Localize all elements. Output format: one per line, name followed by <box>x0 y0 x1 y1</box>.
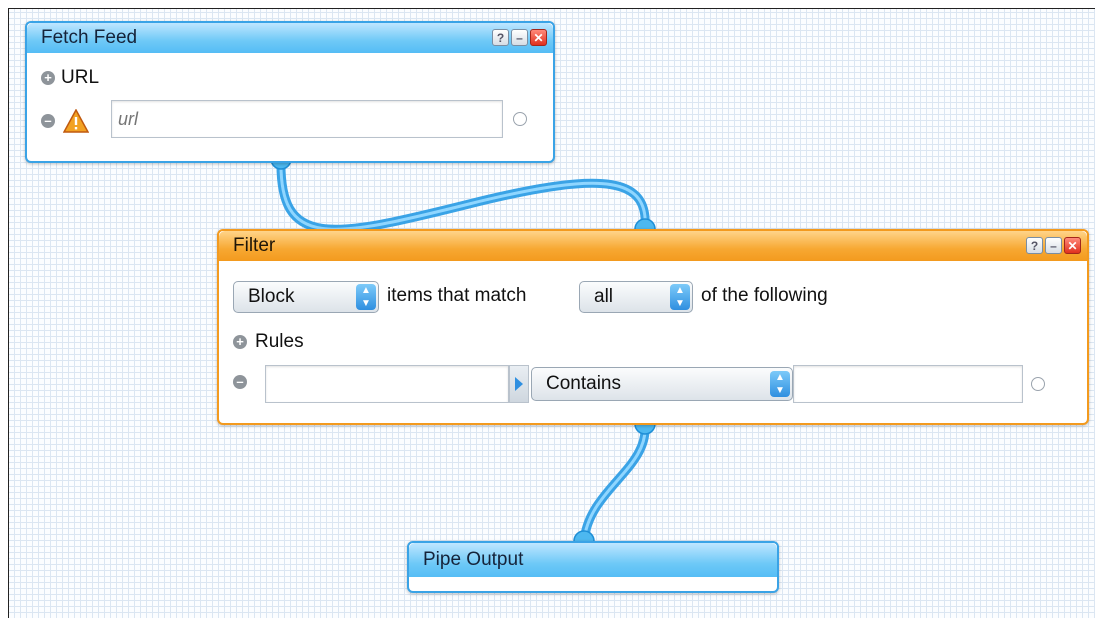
filter-title: Filter <box>233 235 276 256</box>
field-expand-button[interactable] <box>509 365 529 403</box>
expand-arrow-icon <box>515 377 523 391</box>
select-arrows-icon: ▲ ▼ <box>356 284 376 310</box>
rule-field-input[interactable] <box>265 365 509 403</box>
minimize-icon[interactable]: – <box>1045 237 1062 254</box>
items-match-text: items that match <box>387 285 527 306</box>
filter-match-select[interactable]: all ▲ ▼ <box>579 281 693 313</box>
url-field-row: – <box>41 109 89 133</box>
help-icon[interactable]: ? <box>1026 237 1043 254</box>
filter-title-bar[interactable]: Filter ? – ✕ <box>219 231 1087 261</box>
rule-operator-value: Contains <box>546 373 621 394</box>
pipe-output-module[interactable]: Pipe Output <box>407 541 779 593</box>
fetch-feed-module[interactable]: Fetch Feed ? – ✕ + URL – <box>25 21 555 163</box>
select-arrows-icon: ▲ ▼ <box>670 284 690 310</box>
following-text: of the following <box>701 285 828 306</box>
filter-window-controls: ? – ✕ <box>1026 237 1081 254</box>
pipe-canvas[interactable]: Fetch Feed ? – ✕ + URL – Filter <box>8 8 1095 618</box>
filter-action-select[interactable]: Block ▲ ▼ <box>233 281 379 313</box>
plus-circle-icon[interactable]: + <box>41 71 55 85</box>
rules-label: Rules <box>255 331 304 352</box>
close-icon[interactable]: ✕ <box>1064 237 1081 254</box>
fetch-feed-title-bar[interactable]: Fetch Feed ? – ✕ <box>27 23 553 53</box>
url-section-row: + URL <box>41 67 99 89</box>
rule-operator-select[interactable]: Contains ▲ ▼ <box>531 367 793 401</box>
minimize-icon[interactable]: – <box>511 29 528 46</box>
filter-match-value: all <box>594 286 614 307</box>
fetch-feed-window-controls: ? – ✕ <box>492 29 547 46</box>
url-section-label: URL <box>61 67 100 88</box>
minus-circle-icon[interactable]: – <box>233 375 247 389</box>
plus-circle-icon[interactable]: + <box>233 335 247 349</box>
pipe-output-title: Pipe Output <box>423 549 524 570</box>
filter-module[interactable]: Filter ? – ✕ Block ▲ ▼ items that match a… <box>217 229 1089 425</box>
filter-action-value: Block <box>248 286 295 307</box>
url-terminal-icon[interactable] <box>513 112 527 126</box>
warning-icon <box>63 109 89 133</box>
close-icon[interactable]: ✕ <box>530 29 547 46</box>
minus-circle-icon[interactable]: – <box>41 114 55 128</box>
select-arrows-icon: ▲ ▼ <box>770 371 790 397</box>
pipe-output-title-bar[interactable]: Pipe Output <box>409 543 777 577</box>
url-field[interactable] <box>111 100 503 138</box>
fetch-feed-title: Fetch Feed <box>41 27 138 48</box>
rule-value-input[interactable] <box>793 365 1023 403</box>
url-input[interactable] <box>112 101 502 137</box>
rule-row: – <box>233 375 247 389</box>
pipe-fetch-to-filter <box>276 154 650 234</box>
rules-section-row: + Rules <box>233 331 304 353</box>
rule-terminal-icon[interactable] <box>1031 377 1045 391</box>
help-icon[interactable]: ? <box>492 29 509 46</box>
